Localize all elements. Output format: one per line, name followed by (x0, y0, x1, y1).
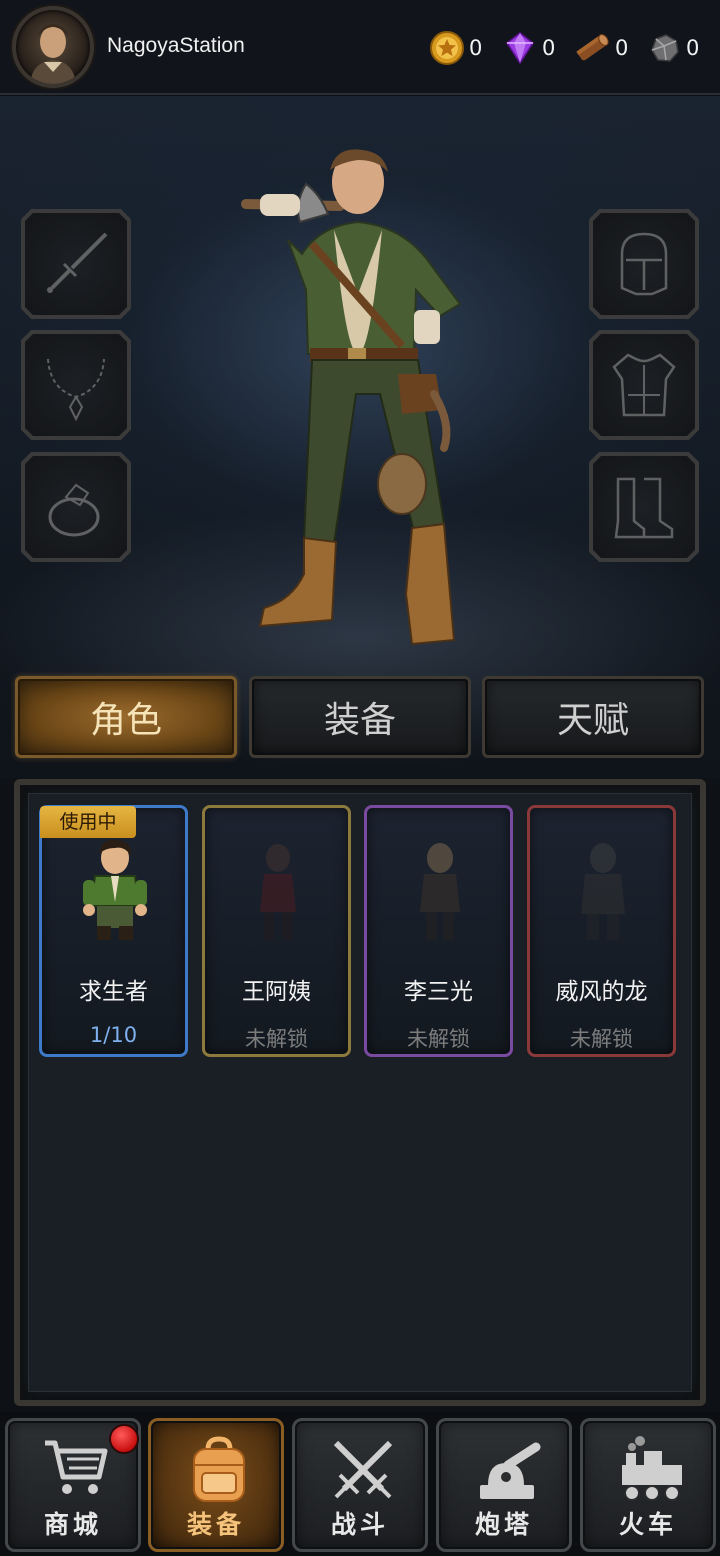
boots-slot-icon (614, 477, 674, 539)
notification-badge (109, 1424, 139, 1454)
hero-character-figure (241, 149, 462, 646)
character-locked-status: 未解锁 (407, 1027, 470, 1051)
tab-equipment[interactable]: 装备 (249, 676, 471, 758)
character-name: 李三光 (404, 979, 473, 1005)
character-card-weifeng-long[interactable]: 威风的龙 未解锁 (527, 805, 676, 1057)
ring-slot-icon (48, 483, 100, 537)
nav-turret[interactable]: 炮塔 (436, 1418, 572, 1552)
cart-icon (45, 1440, 108, 1494)
purple-gem-icon (505, 32, 535, 65)
character-card-auntie-wang[interactable]: 王阿姨 未解锁 (202, 805, 351, 1057)
tab-character-label: 角色 (89, 700, 162, 741)
tab-talent[interactable]: 天赋 (482, 676, 704, 758)
character-card-survivor[interactable]: 求生者 1/10 (39, 805, 188, 1057)
helmet-slot-icon (620, 232, 668, 296)
locked-character-sprite-icon (581, 843, 625, 940)
nav-shop-label: 商城 (43, 1510, 102, 1539)
train-icon (622, 1436, 682, 1501)
nav-equipment[interactable]: 装备 (148, 1418, 284, 1552)
character-name: 王阿姨 (242, 979, 311, 1005)
helmet-slot[interactable] (589, 209, 699, 319)
gem-value: 0 (542, 36, 556, 60)
boots-slot[interactable] (589, 452, 699, 562)
armor-slot[interactable] (589, 330, 699, 440)
ring-slot[interactable] (21, 452, 131, 562)
character-locked-status: 未解锁 (570, 1027, 633, 1051)
necklace-slot[interactable] (21, 330, 131, 440)
nav-battle-label: 战斗 (330, 1510, 389, 1539)
survivor-sprite-icon (83, 839, 147, 940)
tab-equipment-label: 装备 (323, 700, 396, 741)
nav-train[interactable]: 火车 (580, 1418, 716, 1552)
in-use-badge: 使用中 (40, 806, 136, 838)
nav-equipment-label: 装备 (186, 1510, 245, 1539)
stone-value: 0 (686, 36, 700, 60)
turret-icon (480, 1442, 541, 1499)
sword-slot-icon (47, 232, 108, 293)
character-locked-status: 未解锁 (245, 1027, 308, 1051)
necklace-slot-icon (47, 358, 105, 422)
character-name: 求生者 (79, 979, 148, 1005)
nav-turret-label: 炮塔 (474, 1510, 533, 1539)
tab-character[interactable]: 角色 (15, 676, 237, 758)
nav-battle[interactable]: 战斗 (292, 1418, 428, 1552)
avatar-portrait-icon (30, 24, 76, 84)
backpack-icon (193, 1436, 245, 1502)
tab-talent-label: 天赋 (556, 700, 629, 741)
character-level: 1/10 (89, 1023, 138, 1047)
character-card-li-sanguang[interactable]: 李三光 未解锁 (364, 805, 513, 1057)
game-screen: NagoyaStation 0 0 0 0 角色 装备 天赋 求生者 1/10 … (0, 0, 720, 1556)
locked-character-sprite-icon (260, 844, 296, 940)
weapon-slot[interactable] (21, 209, 131, 319)
resource-wood: 0 (573, 30, 628, 66)
locked-character-sprite-icon (420, 843, 460, 940)
wood-value: 0 (615, 36, 629, 60)
wood-log-icon (576, 34, 609, 61)
crossed-swords-icon (333, 1440, 393, 1499)
nav-train-label: 火车 (618, 1510, 677, 1539)
player-avatar[interactable] (12, 6, 94, 88)
player-name: NagoyaStation (107, 34, 245, 57)
character-name: 威风的龙 (555, 979, 648, 1005)
stone-ore-icon (651, 34, 679, 62)
resource-stone: 0 (646, 30, 699, 66)
resource-gem: 0 (502, 30, 555, 66)
armor-slot-icon (612, 353, 676, 417)
